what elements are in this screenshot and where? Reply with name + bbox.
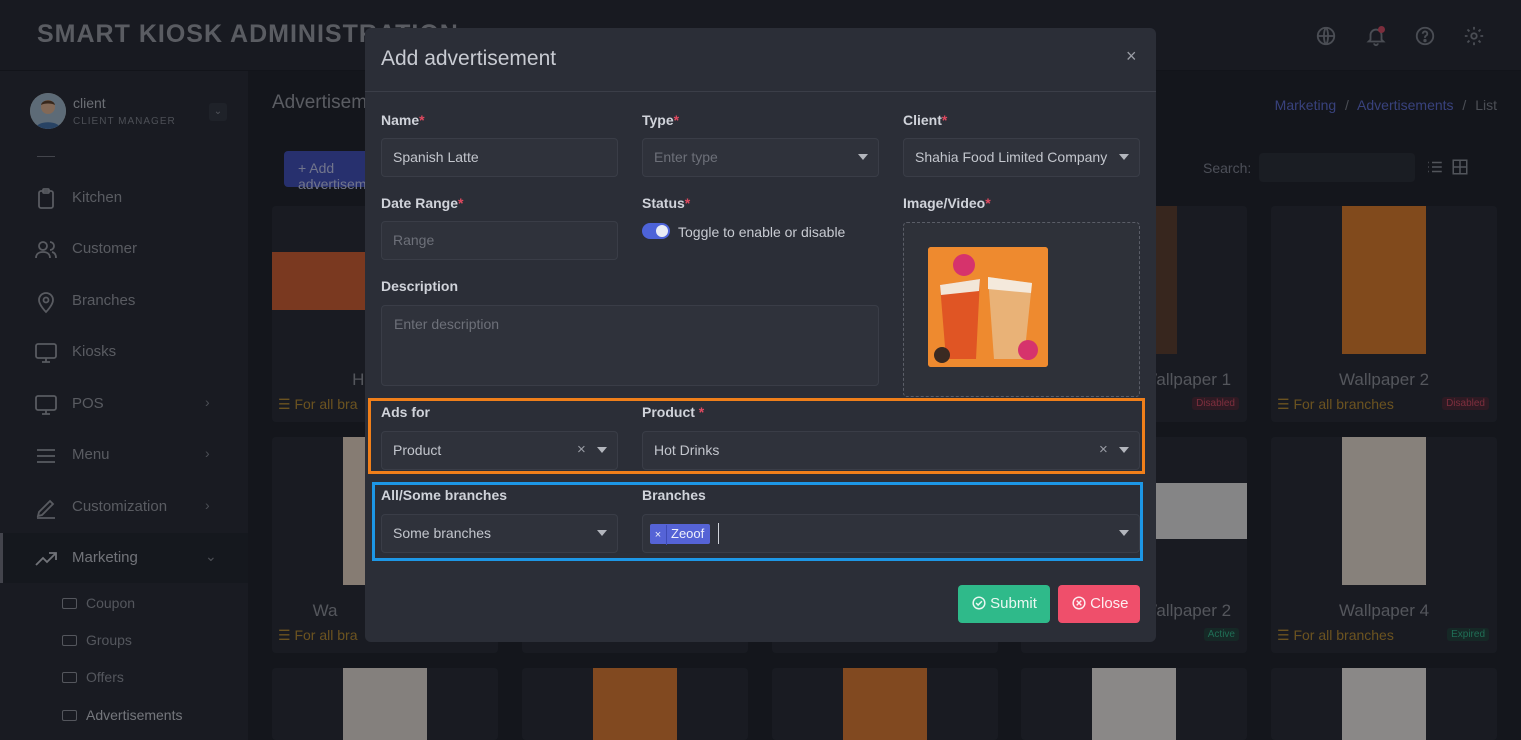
status-toggle[interactable] — [642, 223, 670, 239]
clear-icon[interactable]: × — [1099, 441, 1108, 458]
description-textarea[interactable]: Enter description — [381, 305, 879, 386]
client-select[interactable]: Shahia Food Limited Company — [903, 138, 1140, 177]
branches-label: Branches — [642, 487, 706, 503]
branch-tag: × Zeoof — [650, 524, 711, 545]
chevron-down-icon — [1119, 530, 1129, 536]
check-circle-icon — [972, 596, 986, 610]
remove-tag-icon[interactable]: × — [650, 525, 667, 545]
clear-icon[interactable]: × — [577, 441, 586, 458]
submit-button[interactable]: Submit — [958, 585, 1050, 623]
status-label: Status* — [642, 195, 691, 211]
chevron-down-icon — [1119, 447, 1129, 453]
branch-scope-select[interactable]: Some branches — [381, 514, 618, 553]
date-range-input[interactable]: Range — [381, 221, 618, 260]
add-advertisement-modal: Add advertisement × Name* Spanish Latte … — [365, 28, 1156, 642]
chevron-down-icon — [1119, 154, 1129, 160]
name-field[interactable]: Spanish Latte — [381, 138, 618, 177]
type-label: Type* — [642, 112, 680, 128]
media-dropzone[interactable] — [903, 222, 1140, 397]
product-select[interactable]: Hot Drinks × — [642, 431, 1140, 470]
ads-for-label: Ads for — [381, 404, 430, 420]
status-toggle-label: Toggle to enable or disable — [678, 224, 846, 240]
text-cursor — [718, 523, 719, 544]
uploaded-image-preview — [928, 247, 1048, 367]
chevron-down-icon — [858, 154, 868, 160]
chevron-down-icon — [597, 530, 607, 536]
name-label: Name* — [381, 112, 425, 128]
description-label: Description — [381, 278, 459, 294]
chevron-down-icon — [597, 447, 607, 453]
date-range-label: Date Range* — [381, 195, 464, 211]
type-select[interactable]: Enter type — [642, 138, 879, 177]
branches-multiselect[interactable] — [642, 514, 1140, 553]
media-label: Image/Video* — [903, 195, 991, 211]
ads-for-select[interactable]: Product × — [381, 431, 618, 470]
branch-scope-label: All/Some branches — [381, 487, 508, 503]
close-icon[interactable]: × — [1126, 46, 1137, 67]
client-label: Client* — [903, 112, 948, 128]
product-label: Product * — [642, 404, 705, 420]
modal-title: Add advertisement — [381, 47, 557, 70]
x-circle-icon — [1072, 596, 1086, 610]
modal-header: Add advertisement × — [365, 28, 1156, 92]
close-button[interactable]: Close — [1058, 585, 1140, 623]
